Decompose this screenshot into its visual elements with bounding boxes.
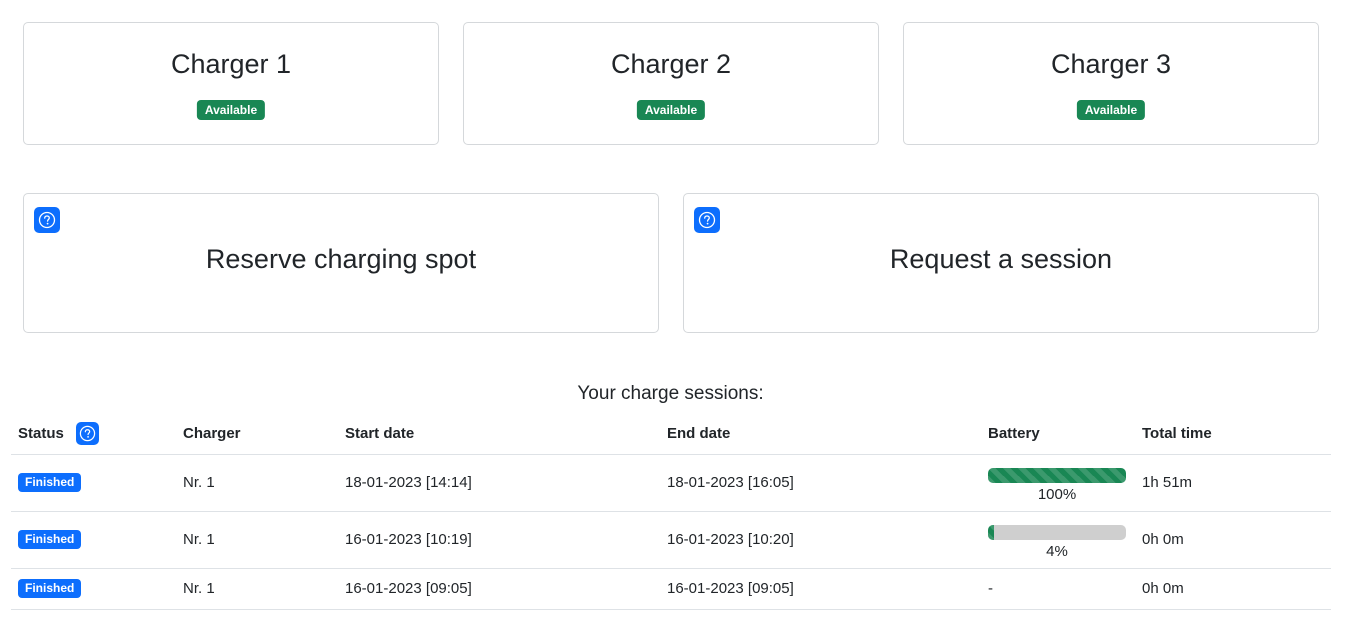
battery-percent-label: 100% [1037,486,1077,503]
table-row: Finished Nr. 1 18-01-2023 [14:14] 18-01-… [11,454,1331,512]
total-time-cell: 0h 0m [1135,568,1331,610]
help-circle-icon[interactable] [34,207,60,233]
charger-card-3[interactable]: Charger 3 Available [903,22,1319,145]
table-row: Finished Nr. 1 16-01-2023 [10:19] 16-01-… [11,511,1331,569]
end-date-cell: 18-01-2023 [16:05] [660,454,981,512]
battery-progress-fill [988,468,1126,483]
total-time-cell: 0h 0m [1135,511,1331,569]
help-circle-icon[interactable] [694,207,720,233]
battery-percent-label: 4% [1046,543,1068,560]
status-badge-finished: Finished [18,473,82,492]
reserve-charging-spot-card[interactable]: Reserve charging spot [23,193,659,333]
request-session-label: Request a session [889,244,1113,274]
end-date-cell: 16-01-2023 [09:05] [660,568,981,610]
status-badge-finished: Finished [18,530,82,549]
column-header-total-time: Total time [1135,413,1331,455]
total-time-cell: 1h 51m [1135,454,1331,512]
reserve-charging-spot-label: Reserve charging spot [205,244,477,274]
charger-cell: Nr. 1 [176,454,338,512]
battery-cell: - [981,568,1135,610]
table-header-row: Status Charger Start date End date Batte… [11,413,1331,455]
help-circle-icon[interactable] [75,421,99,445]
battery-progress-bar [988,525,1126,540]
start-date-cell: 16-01-2023 [10:19] [338,511,660,569]
page: Charger 1 Available Charger 2 Available … [0,0,1354,630]
charger-title: Charger 1 [170,49,292,79]
table-row: Finished Nr. 1 16-01-2023 [09:05] 16-01-… [11,568,1331,610]
request-session-card[interactable]: Request a session [683,193,1319,333]
column-header-battery: Battery [981,413,1135,455]
status-badge-available: Available [636,100,706,120]
charger-title: Charger 3 [1050,49,1172,79]
column-header-status: Status [11,413,176,455]
status-badge-finished: Finished [18,579,82,598]
status-header-label: Status [18,424,64,442]
battery-cell: 4% [981,511,1135,569]
start-date-cell: 16-01-2023 [09:05] [338,568,660,610]
charger-cell: Nr. 1 [176,511,338,569]
status-badge-available: Available [196,100,266,120]
charger-cell: Nr. 1 [176,568,338,610]
battery-progress-bar [988,468,1126,483]
sessions-title: Your charge sessions: [577,383,764,404]
sessions-table-container: Status Charger Start date End date Batte… [11,413,1331,610]
sessions-table: Status Charger Start date End date Batte… [11,413,1331,610]
start-date-cell: 18-01-2023 [14:14] [338,454,660,512]
battery-progress-fill [988,525,994,540]
end-date-cell: 16-01-2023 [10:20] [660,511,981,569]
column-header-charger: Charger [176,413,338,455]
charger-card-1[interactable]: Charger 1 Available [23,22,439,145]
charger-card-2[interactable]: Charger 2 Available [463,22,879,145]
status-badge-available: Available [1076,100,1146,120]
charger-title: Charger 2 [610,49,732,79]
battery-cell: 100% [981,454,1135,512]
column-header-end-date: End date [660,413,981,455]
column-header-start-date: Start date [338,413,660,455]
